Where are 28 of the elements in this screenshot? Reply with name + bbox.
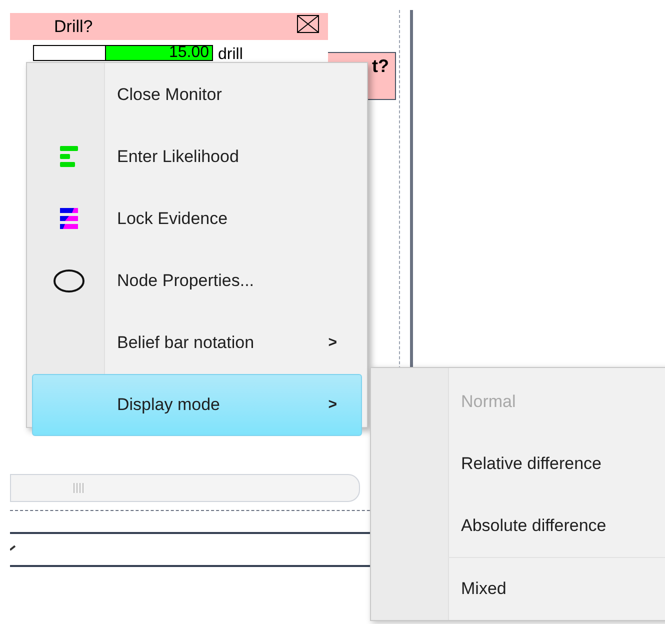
- menu-item-label: Enter Likelihood: [117, 146, 239, 168]
- menu-item-label: Lock Evidence: [117, 208, 228, 230]
- monitor-title: Drill?: [54, 16, 93, 38]
- submenu-item[interactable]: Relative difference: [371, 433, 665, 495]
- menu-item[interactable]: Close Monitor: [32, 64, 362, 126]
- likelihood-bars-icon: [60, 146, 78, 168]
- close-box-icon[interactable]: [297, 15, 319, 33]
- state-label: drill: [218, 45, 243, 65]
- menu-item-label: Display mode: [117, 394, 220, 416]
- menu-item[interactable]: Node Properties...: [32, 250, 362, 312]
- scrollbar[interactable]: [10, 474, 360, 502]
- menu-item[interactable]: Lock Evidence: [32, 188, 362, 250]
- submenu-item[interactable]: Absolute difference: [371, 495, 665, 557]
- check-icon: [10, 545, 16, 551]
- submenu-arrow: >: [328, 332, 337, 353]
- menu-item[interactable]: Display mode >: [32, 374, 362, 436]
- menu-item-label: Node Properties...: [117, 270, 254, 292]
- submenu-item[interactable]: Mixed: [371, 558, 665, 620]
- ellipse-icon: [53, 269, 85, 293]
- bars-icon: [60, 208, 78, 230]
- menu-item-label: Close Monitor: [117, 84, 222, 106]
- belief-value: 15.00: [168, 43, 209, 63]
- menu-item[interactable]: Enter Likelihood: [32, 126, 362, 188]
- menu-item[interactable]: Belief bar notation >: [32, 312, 362, 374]
- grip-icon: [73, 482, 85, 494]
- node-title: t?: [372, 55, 389, 78]
- submenu-arrow: >: [328, 394, 337, 415]
- menu-item-label: Belief bar notation: [117, 332, 254, 354]
